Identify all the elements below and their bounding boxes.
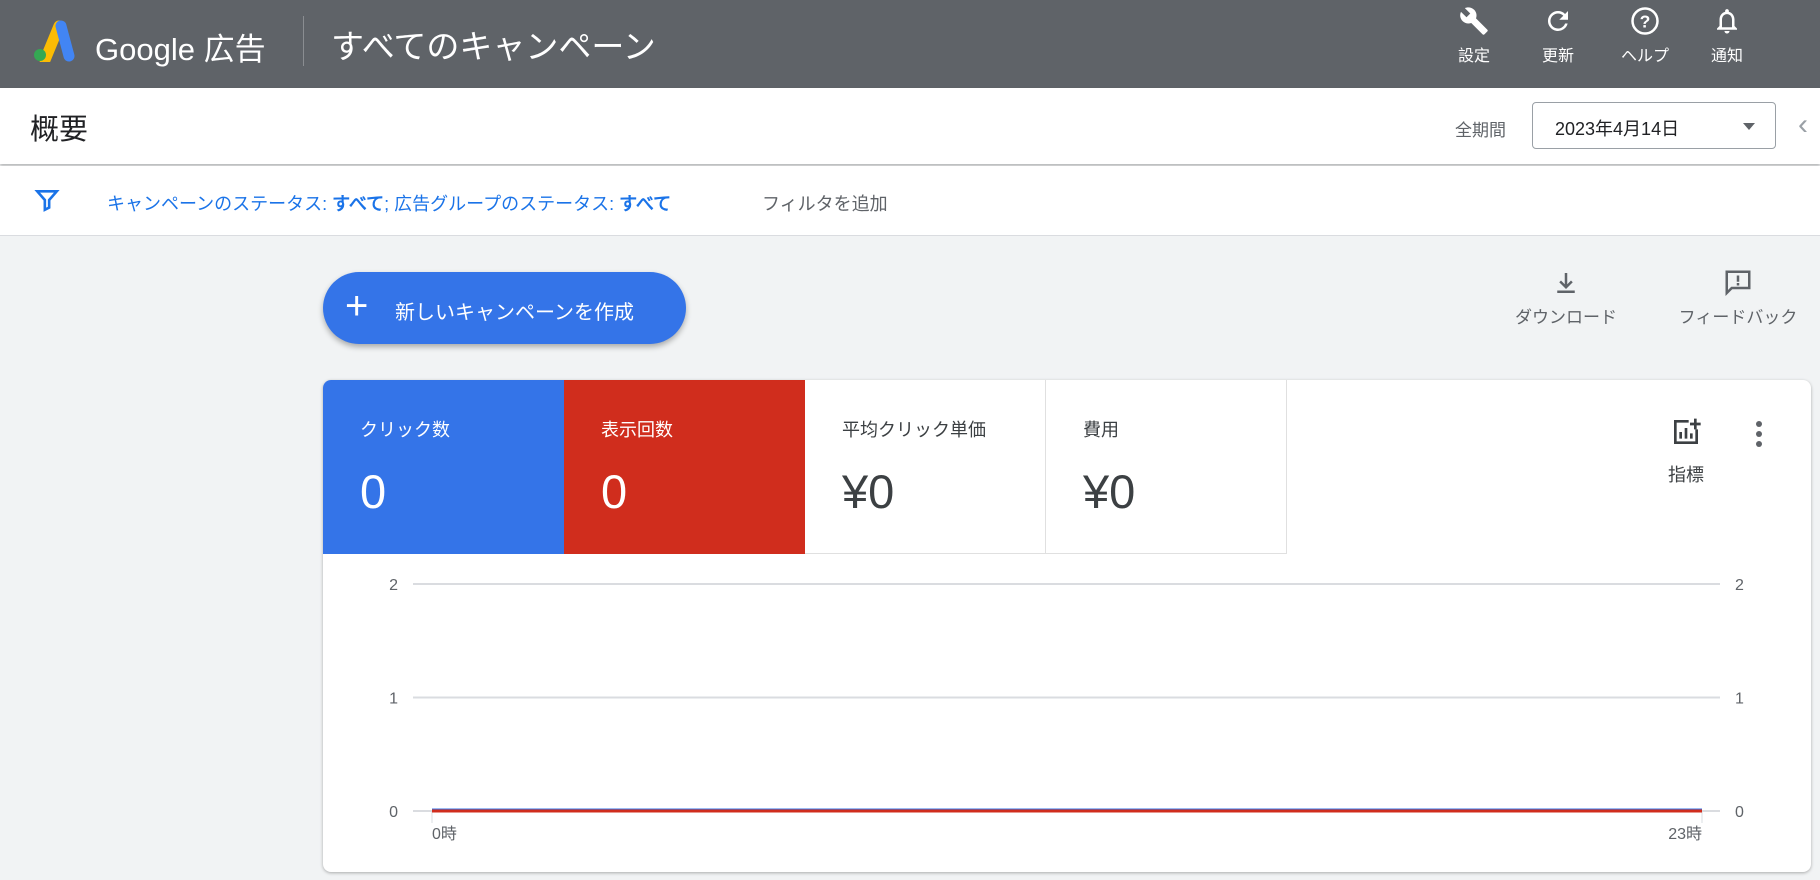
notifications-label: 通知 xyxy=(1710,48,1743,65)
performance-card: クリック数 0 表示回数 0 平均クリック単価 ¥0 費用 ¥0 指標 0 0 1 1 2 2 0時… xyxy=(323,380,1811,872)
tile-label: クリック数 xyxy=(360,420,450,440)
filter-separator: ; xyxy=(384,194,395,214)
campaign-status-label: キャンペーンのステータス: xyxy=(107,194,333,214)
tile-value: ¥0 xyxy=(1083,465,1136,518)
download-button[interactable]: ダウンロード xyxy=(1506,268,1626,329)
metrics-label: 指標 xyxy=(1668,465,1704,485)
dropdown-arrow-icon xyxy=(1743,123,1755,136)
download-icon xyxy=(1557,273,1575,293)
brand-name[interactable]: Google 広告 xyxy=(95,24,266,69)
x-tick-label: 0時 xyxy=(432,825,457,843)
metric-tile-impressions[interactable]: 表示回数 0 xyxy=(564,380,805,554)
svg-text:?: ? xyxy=(1640,11,1651,31)
adgroup-status-value: すべて xyxy=(619,194,672,214)
top-app-bar: Google 広告 すべてのキャンペーン 設定 更新 ? ヘルプ 通知 xyxy=(0,0,1820,88)
y-tick-right: 0 xyxy=(1735,804,1744,821)
google-ads-logo-icon xyxy=(34,20,75,62)
metric-tile-cost[interactable]: 費用 ¥0 xyxy=(1046,380,1287,554)
refresh-icon xyxy=(1547,10,1568,31)
more-options-icon[interactable] xyxy=(1755,420,1763,448)
feedback-icon xyxy=(1725,270,1751,297)
y-tick-right: 2 xyxy=(1735,577,1744,594)
page-context-title: すべてのキャンペーン xyxy=(331,28,656,65)
feedback-button[interactable]: フィードバック xyxy=(1678,268,1798,329)
filter-icon[interactable] xyxy=(34,186,60,214)
y-tick-right: 1 xyxy=(1735,691,1744,708)
refresh-button[interactable]: 更新 xyxy=(1523,6,1593,66)
date-range-picker[interactable]: 2023年4月14日 xyxy=(1532,102,1776,149)
download-label: ダウンロード xyxy=(1515,308,1617,327)
tile-label: 平均クリック単価 xyxy=(842,420,986,440)
new-campaign-button[interactable]: + 新しいキャンペーンを作成 xyxy=(323,272,686,344)
notifications-button[interactable]: 通知 xyxy=(1692,6,1762,66)
metric-tile-avg-cpc[interactable]: 平均クリック単価 ¥0 xyxy=(805,380,1046,554)
tile-value: 0 xyxy=(601,465,628,518)
help-icon: ? xyxy=(1631,7,1659,35)
add-chart-icon xyxy=(1674,418,1701,444)
filter-bar: キャンペーンのステータス: すべて; 広告グループのステータス: すべて フィル… xyxy=(0,166,1820,236)
campaign-status-value: すべて xyxy=(332,194,385,214)
chevron-left-icon[interactable]: ‹ xyxy=(1798,108,1808,142)
help-label: ヘルプ xyxy=(1620,48,1669,65)
metric-tile-clicks[interactable]: クリック数 0 xyxy=(323,380,564,554)
tile-value: 0 xyxy=(360,465,387,518)
page-header: 概要 全期間 2023年4月14日 ‹ xyxy=(0,88,1820,164)
active-filters[interactable]: キャンペーンのステータス: すべて; 広告グループのステータス: すべて xyxy=(107,190,671,216)
refresh-label: 更新 xyxy=(1541,48,1574,65)
metrics-button[interactable]: 指標 xyxy=(1653,416,1719,487)
feedback-label: フィードバック xyxy=(1678,308,1798,327)
new-campaign-label: 新しいキャンペーンを作成 xyxy=(395,302,634,324)
x-tick-label: 23時 xyxy=(1668,825,1702,843)
page-title: 概要 xyxy=(30,114,89,146)
date-value: 2023年4月14日 xyxy=(1555,119,1680,139)
bell-icon xyxy=(1717,9,1737,34)
performance-chart: 0 0 1 1 2 2 0時 23時 xyxy=(389,577,1744,843)
y-tick-left: 1 xyxy=(389,691,398,708)
settings-button[interactable]: 設定 xyxy=(1439,6,1509,66)
plus-icon: + xyxy=(345,284,369,328)
y-tick-left: 2 xyxy=(389,577,398,594)
date-range-label: 全期間 xyxy=(1455,121,1506,140)
adgroup-status-label: 広告グループのステータス: xyxy=(394,194,620,214)
help-button[interactable]: ? ヘルプ xyxy=(1610,6,1680,66)
wrench-icon xyxy=(1460,7,1488,35)
y-tick-left: 0 xyxy=(389,804,398,821)
tile-label: 表示回数 xyxy=(601,420,673,440)
tile-value: ¥0 xyxy=(842,465,895,518)
settings-label: 設定 xyxy=(1457,48,1490,65)
tile-label: 費用 xyxy=(1083,420,1119,440)
add-filter-button[interactable]: フィルタを追加 xyxy=(762,190,888,216)
header-divider xyxy=(303,16,304,66)
